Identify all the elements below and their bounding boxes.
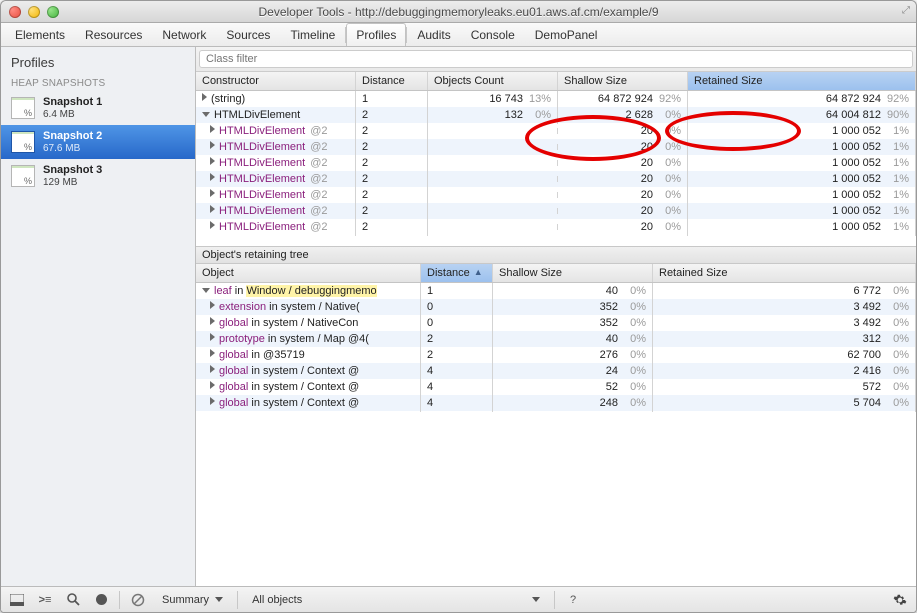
chevron-down-icon (532, 597, 540, 602)
table-row[interactable]: HTMLDivElement21320%2 6280%64 004 81290% (196, 107, 916, 123)
snapshot-size: 129 MB (43, 177, 102, 189)
content-pane: Constructor Distance Objects Count Shall… (196, 47, 916, 586)
disclosure-triangle-icon[interactable] (210, 205, 215, 213)
col-constructor[interactable]: Constructor (196, 72, 356, 90)
col-retained-size[interactable]: Retained Size (688, 72, 916, 90)
snapshot-name: Snapshot 3 (43, 164, 102, 177)
tab-console[interactable]: Console (461, 23, 525, 46)
snapshot-name: Snapshot 1 (43, 96, 102, 109)
top-grid[interactable]: (string)116 74313%64 872 92492%64 872 92… (196, 91, 916, 246)
table-row[interactable]: HTMLDivElement@22200%1 000 0521% (196, 187, 916, 203)
profiles-sidebar: Profiles HEAP SNAPSHOTS Snapshot 16.4 MB… (1, 47, 196, 586)
tab-sources[interactable]: Sources (216, 23, 280, 46)
table-row[interactable]: global in system / NativeCon03520%3 4920… (196, 315, 916, 331)
disclosure-triangle-icon[interactable] (202, 288, 210, 293)
view-select[interactable]: Summary (156, 591, 229, 609)
help-button[interactable]: ? (563, 591, 583, 609)
statusbar: >≡ Summary All objects ? (1, 586, 916, 612)
scope-select[interactable]: All objects (246, 591, 546, 609)
disclosure-triangle-icon[interactable] (210, 365, 215, 373)
record-icon[interactable] (91, 591, 111, 609)
retaining-tree-header: Object's retaining tree (196, 246, 916, 264)
sidebar-caption: HEAP SNAPSHOTS (1, 74, 195, 91)
table-row[interactable]: global in system / Context @4520%5720% (196, 379, 916, 395)
snapshot-icon (11, 131, 35, 153)
disclosure-triangle-icon[interactable] (210, 333, 215, 341)
tab-resources[interactable]: Resources (75, 23, 152, 46)
table-row[interactable]: (string)116 74313%64 872 92492%64 872 92… (196, 91, 916, 107)
col-objects-count[interactable]: Objects Count (428, 72, 558, 90)
disclosure-triangle-icon[interactable] (210, 189, 215, 197)
snapshot-item[interactable]: Snapshot 16.4 MB (1, 91, 195, 125)
disclosure-triangle-icon[interactable] (210, 141, 215, 149)
dock-icon[interactable] (7, 591, 27, 609)
titlebar: Developer Tools - http://debuggingmemory… (1, 1, 916, 23)
table-row[interactable]: HTMLDivElement@22200%1 000 0521% (196, 123, 916, 139)
traffic-lights (1, 6, 59, 18)
filter-bar (196, 47, 916, 72)
col-object[interactable]: Object (196, 264, 421, 282)
table-row[interactable]: extension in system / Native(03520%3 492… (196, 299, 916, 315)
disclosure-triangle-icon[interactable] (210, 157, 215, 165)
col-distance2[interactable]: Distance▲ (421, 264, 493, 282)
disclosure-triangle-icon[interactable] (202, 93, 207, 101)
expand-icon[interactable]: ⤢ (902, 5, 910, 16)
tab-profiles[interactable]: Profiles (346, 23, 406, 46)
col-shallow-size2[interactable]: Shallow Size (493, 264, 653, 282)
snapshot-item[interactable]: Snapshot 267.6 MB (1, 125, 195, 159)
top-grid-header[interactable]: Constructor Distance Objects Count Shall… (196, 72, 916, 91)
table-row[interactable]: HTMLDivElement@22200%1 000 0521% (196, 171, 916, 187)
minimize-icon[interactable] (28, 6, 40, 18)
disclosure-triangle-icon[interactable] (202, 112, 210, 117)
devtools-window: Developer Tools - http://debuggingmemory… (0, 0, 917, 613)
snapshot-size: 67.6 MB (43, 143, 102, 155)
console-icon[interactable]: >≡ (35, 591, 55, 609)
disclosure-triangle-icon[interactable] (210, 397, 215, 405)
close-icon[interactable] (9, 6, 21, 18)
table-row[interactable]: global in system / Context @4240%2 4160% (196, 363, 916, 379)
tab-audits[interactable]: Audits (407, 23, 460, 46)
disclosure-triangle-icon[interactable] (210, 173, 215, 181)
col-shallow-size[interactable]: Shallow Size (558, 72, 688, 90)
settings-gear-icon[interactable] (890, 591, 910, 609)
tab-elements[interactable]: Elements (5, 23, 75, 46)
disclosure-triangle-icon[interactable] (210, 317, 215, 325)
panel-tabs: ElementsResourcesNetworkSourcesTimelineP… (1, 23, 916, 47)
table-row[interactable]: global in system / Context @42480%5 7040… (196, 395, 916, 411)
snapshot-name: Snapshot 2 (43, 130, 102, 143)
col-distance[interactable]: Distance (356, 72, 428, 90)
clear-icon[interactable] (128, 591, 148, 609)
snapshot-size: 6.4 MB (43, 109, 102, 121)
table-row[interactable]: HTMLDivElement@22200%1 000 0521% (196, 139, 916, 155)
disclosure-triangle-icon[interactable] (210, 125, 215, 133)
disclosure-triangle-icon[interactable] (210, 381, 215, 389)
bottom-grid-header[interactable]: Object Distance▲ Shallow Size Retained S… (196, 264, 916, 283)
table-row[interactable]: HTMLDivElement@22200%1 000 0521% (196, 219, 916, 235)
disclosure-triangle-icon[interactable] (210, 301, 215, 309)
sidebar-title: Profiles (1, 47, 195, 74)
tab-network[interactable]: Network (152, 23, 216, 46)
table-row[interactable]: HTMLDivElement@22200%1 000 0521% (196, 155, 916, 171)
window-title: Developer Tools - http://debuggingmemory… (1, 5, 916, 19)
snapshot-icon (11, 165, 35, 187)
snapshot-icon (11, 97, 35, 119)
search-icon[interactable] (63, 591, 83, 609)
tab-timeline[interactable]: Timeline (280, 23, 345, 46)
table-row[interactable]: HTMLDivElement@22200%1 000 0521% (196, 203, 916, 219)
tab-demopanel[interactable]: DemoPanel (525, 23, 608, 46)
snapshot-item[interactable]: Snapshot 3129 MB (1, 159, 195, 193)
table-row[interactable]: prototype in system / Map @4(2400%3120% (196, 331, 916, 347)
bottom-grid[interactable]: leaf in Window / debuggingmemo1400%6 772… (196, 283, 916, 586)
table-row[interactable]: global in @3571922760%62 7000% (196, 347, 916, 363)
zoom-icon[interactable] (47, 6, 59, 18)
table-row[interactable]: leaf in Window / debuggingmemo1400%6 772… (196, 283, 916, 299)
class-filter-input[interactable] (199, 50, 913, 68)
disclosure-triangle-icon[interactable] (210, 221, 215, 229)
sort-asc-icon: ▲ (474, 267, 483, 277)
chevron-down-icon (215, 597, 223, 602)
disclosure-triangle-icon[interactable] (210, 349, 215, 357)
col-retained-size2[interactable]: Retained Size (653, 264, 916, 282)
